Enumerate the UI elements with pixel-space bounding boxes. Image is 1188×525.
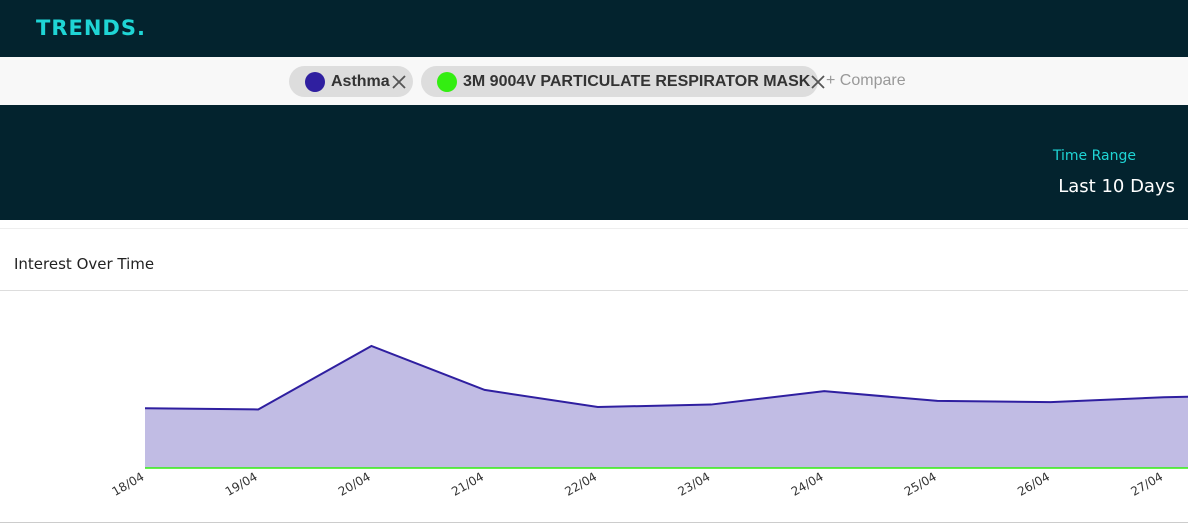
section-title: Interest Over Time — [14, 255, 155, 273]
compare-bar: Asthma 3M 9004V PARTICULATE RESPIRATOR M… — [0, 57, 1188, 105]
app-logo[interactable]: TRENDS. — [36, 16, 146, 40]
x-tick-label: 26/04 — [1015, 469, 1052, 498]
x-tick-label: 25/04 — [902, 469, 939, 498]
divider — [0, 228, 1188, 229]
x-tick-label: 22/04 — [562, 469, 599, 498]
x-tick-label: 19/04 — [223, 469, 260, 498]
term-label: Asthma — [331, 72, 390, 90]
x-tick-label: 18/04 — [110, 469, 147, 498]
x-tick-label: 20/04 — [336, 469, 373, 498]
term-chip-asthma[interactable]: Asthma — [289, 66, 413, 97]
term-color-dot — [437, 71, 457, 92]
interest-over-time-chart: 18/04 19/04 20/04 21/04 22/04 23/04 24/04 25/04… — [110, 344, 1188, 499]
x-tick-label: 23/04 — [676, 469, 713, 498]
x-tick-label: 24/04 — [789, 469, 826, 498]
close-icon[interactable] — [390, 71, 409, 93]
x-tick-label: 21/04 — [449, 469, 486, 498]
divider — [0, 522, 1188, 523]
series-area-asthma — [145, 346, 1188, 468]
time-range-label: Time Range — [1052, 148, 1136, 164]
term-label: 3M 9004V PARTICULATE RESPIRATOR MASK — [463, 72, 811, 90]
close-icon[interactable] — [810, 71, 826, 93]
x-tick-label: 27/04 — [1128, 469, 1165, 498]
filter-banner: Time Range Last 10 Days — [0, 105, 1188, 220]
top-bar: TRENDS. — [0, 0, 1188, 57]
term-color-dot — [305, 71, 325, 92]
time-range-select[interactable]: Last 10 Days — [1058, 176, 1175, 197]
term-chip-respirator-mask[interactable]: 3M 9004V PARTICULATE RESPIRATOR MASK — [421, 66, 825, 97]
add-compare-button[interactable]: + Compare — [826, 72, 906, 90]
